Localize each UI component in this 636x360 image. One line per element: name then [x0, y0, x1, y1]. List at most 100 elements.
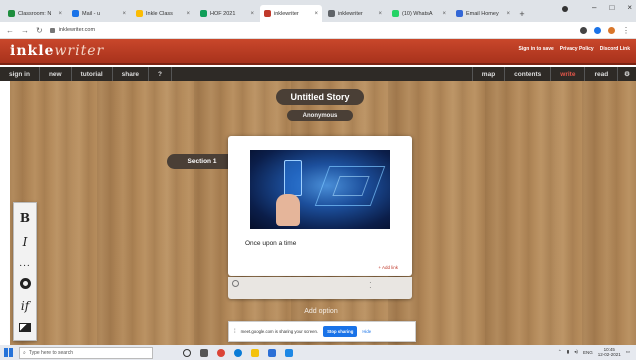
close-tab-icon[interactable]: ×	[250, 11, 254, 17]
app-header: inklewriter Sign in to save Privacy Poli…	[0, 39, 636, 65]
header-link[interactable]: Sign in to save	[518, 46, 553, 52]
tab-search-icon[interactable]	[562, 6, 568, 12]
option-row: · ·	[228, 277, 412, 299]
story-image	[250, 150, 390, 229]
story-author[interactable]: Anonymous	[287, 110, 353, 121]
menu-icon[interactable]: ⋮	[622, 26, 630, 35]
share-button[interactable]: share	[113, 67, 149, 81]
network-icon[interactable]: ▮	[567, 349, 569, 355]
marker-icon[interactable]	[19, 278, 31, 290]
drag-handle-icon[interactable]: · ·	[369, 279, 372, 292]
url-text: inklewriter.com	[58, 27, 96, 33]
paragraph-text[interactable]: Once upon a time	[245, 240, 296, 247]
stop-sharing-button[interactable]: Stop sharing	[323, 326, 358, 337]
close-tab-icon[interactable]: ×	[506, 11, 510, 17]
contents-button[interactable]: contents	[504, 67, 550, 81]
settings-gear-icon[interactable]: ⚙	[617, 67, 636, 81]
write-button[interactable]: write	[550, 67, 584, 81]
browser-tab-strip: Classroom: N × Mail - u × Inkle Class × HOF…	[0, 0, 636, 22]
close-tab-icon[interactable]: ×	[314, 11, 318, 17]
language-label[interactable]: ENG	[583, 350, 593, 355]
bold-button[interactable]: B	[20, 211, 30, 225]
tab-favicon-icon	[72, 10, 79, 17]
browser-tab[interactable]: Classroom: N ×	[4, 5, 66, 22]
browser-tab[interactable]: Email Homey ×	[452, 5, 514, 22]
browser-tab-active[interactable]: inklewriter ×	[260, 5, 322, 22]
tab-label: Email Homey	[466, 10, 499, 17]
option-radio-icon[interactable]	[232, 280, 239, 287]
app-logo[interactable]: inklewriter	[10, 43, 104, 59]
header-link[interactable]: Discord Link	[600, 46, 630, 52]
section-label[interactable]: Section 1	[167, 154, 237, 169]
sign-in-button[interactable]: sign in	[0, 67, 40, 81]
tab-label: inklewriter	[274, 10, 299, 17]
logo-text: inkle	[10, 43, 55, 59]
tab-favicon-icon	[200, 10, 207, 17]
browser-tab[interactable]: (10) WhatsA ×	[388, 5, 450, 22]
close-tab-icon[interactable]: ×	[58, 11, 62, 17]
back-icon[interactable]: ←	[6, 26, 14, 35]
story-title[interactable]: Untitled Story	[276, 89, 364, 105]
header-links: Sign in to save Privacy Policy Discord L…	[518, 46, 630, 52]
clock[interactable]: 10:45 12-02-2021	[598, 347, 621, 357]
canvas-left-border	[0, 81, 10, 345]
tutorial-button[interactable]: tutorial	[72, 67, 113, 81]
explorer-icon[interactable]	[251, 348, 259, 357]
reload-icon[interactable]: ↻	[36, 26, 43, 35]
maximize-icon[interactable]: □	[609, 3, 614, 12]
task-view-icon[interactable]	[200, 348, 208, 357]
volume-icon[interactable]: ◂)	[574, 349, 578, 355]
extension-icon[interactable]	[580, 26, 587, 34]
condition-if-button[interactable]: if	[21, 299, 29, 313]
drag-grip-icon[interactable]: ⁞	[234, 329, 236, 335]
new-story-button[interactable]: new	[40, 67, 72, 81]
view-modes: map contents write read ⚙	[471, 67, 636, 81]
profile-avatar-icon[interactable]	[608, 26, 615, 34]
story-paragraph-card: Once upon a time + Add link	[228, 136, 412, 276]
image-hand	[276, 194, 300, 226]
cortana-icon[interactable]	[183, 348, 191, 357]
browser-tab[interactable]: Inkle Class ×	[132, 5, 194, 22]
close-tab-icon[interactable]: ×	[442, 11, 446, 17]
close-window-icon[interactable]: ×	[627, 3, 632, 12]
minimize-icon[interactable]: –	[592, 3, 596, 12]
notifications-icon[interactable]: ▭	[626, 349, 630, 355]
chrome-icon[interactable]	[217, 348, 225, 357]
header-link[interactable]: Privacy Policy	[560, 46, 594, 52]
share-message: meet.google.com is sharing your screen.	[240, 329, 319, 334]
tray-up-icon[interactable]: ⌃	[558, 349, 562, 355]
close-tab-icon[interactable]: ×	[186, 11, 190, 17]
add-link-button[interactable]: + Add link	[378, 265, 398, 270]
logo-suffix: writer	[54, 43, 105, 59]
edge-icon[interactable]	[234, 348, 242, 357]
insert-image-icon[interactable]	[19, 323, 31, 333]
extension-icon[interactable]	[594, 26, 601, 34]
windows-start-icon[interactable]	[4, 348, 13, 357]
forward-icon[interactable]: →	[21, 26, 29, 35]
tab-label: Classroom: N	[18, 10, 52, 17]
browser-tab[interactable]: inklewriter ×	[324, 5, 386, 22]
close-tab-icon[interactable]: ×	[378, 11, 382, 17]
tab-label: Mail - u	[82, 10, 101, 17]
taskbar-apps	[183, 348, 293, 357]
date: 12-02-2021	[597, 352, 621, 357]
map-button[interactable]: map	[471, 67, 504, 81]
store-icon[interactable]	[268, 348, 276, 357]
read-button[interactable]: read	[584, 67, 617, 81]
tab-favicon-icon	[8, 10, 15, 17]
italic-button[interactable]: I	[23, 235, 28, 249]
tab-favicon-icon	[264, 10, 271, 17]
new-tab-icon[interactable]: +	[516, 5, 528, 22]
tab-favicon-icon	[392, 10, 399, 17]
address-bar: ← → ↻ inklewriter.com ⋮	[0, 22, 636, 39]
browser-tab[interactable]: Mail - u ×	[68, 5, 130, 22]
close-tab-icon[interactable]: ×	[122, 11, 126, 17]
hide-button[interactable]: Hide	[362, 329, 371, 334]
app-icon[interactable]	[285, 348, 293, 357]
url-field[interactable]: inklewriter.com	[49, 24, 573, 36]
help-button[interactable]: ?	[149, 67, 172, 81]
more-button[interactable]: ...	[19, 259, 31, 269]
taskbar-search[interactable]: ⌕ Type here to search	[19, 346, 153, 359]
browser-tab[interactable]: HOF 2021 ×	[196, 5, 258, 22]
add-option-button[interactable]: Add option	[276, 305, 366, 317]
